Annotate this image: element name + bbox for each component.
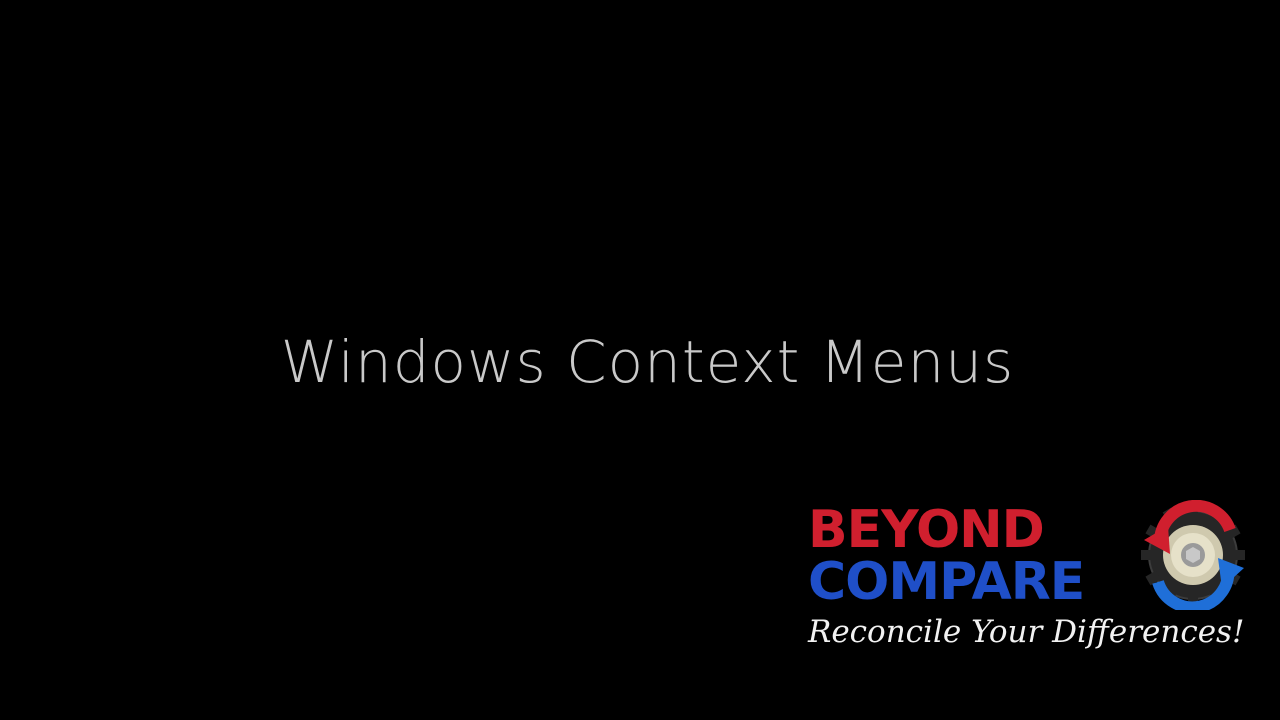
logo-word-compare: COMPARE xyxy=(808,552,1085,612)
logo-tagline: Reconcile Your Differences! xyxy=(808,614,1245,650)
slide-title: Windows Context Menus xyxy=(280,328,1015,396)
gear-arrows-icon xyxy=(1141,500,1245,610)
beyond-compare-logo: BEYOND COMPARE Reconcile Your Difference… xyxy=(808,500,1248,660)
title-slide: Windows Context Menus BEYOND COMPARE Rec… xyxy=(0,0,1280,720)
logo-word-beyond: BEYOND xyxy=(808,500,1045,560)
